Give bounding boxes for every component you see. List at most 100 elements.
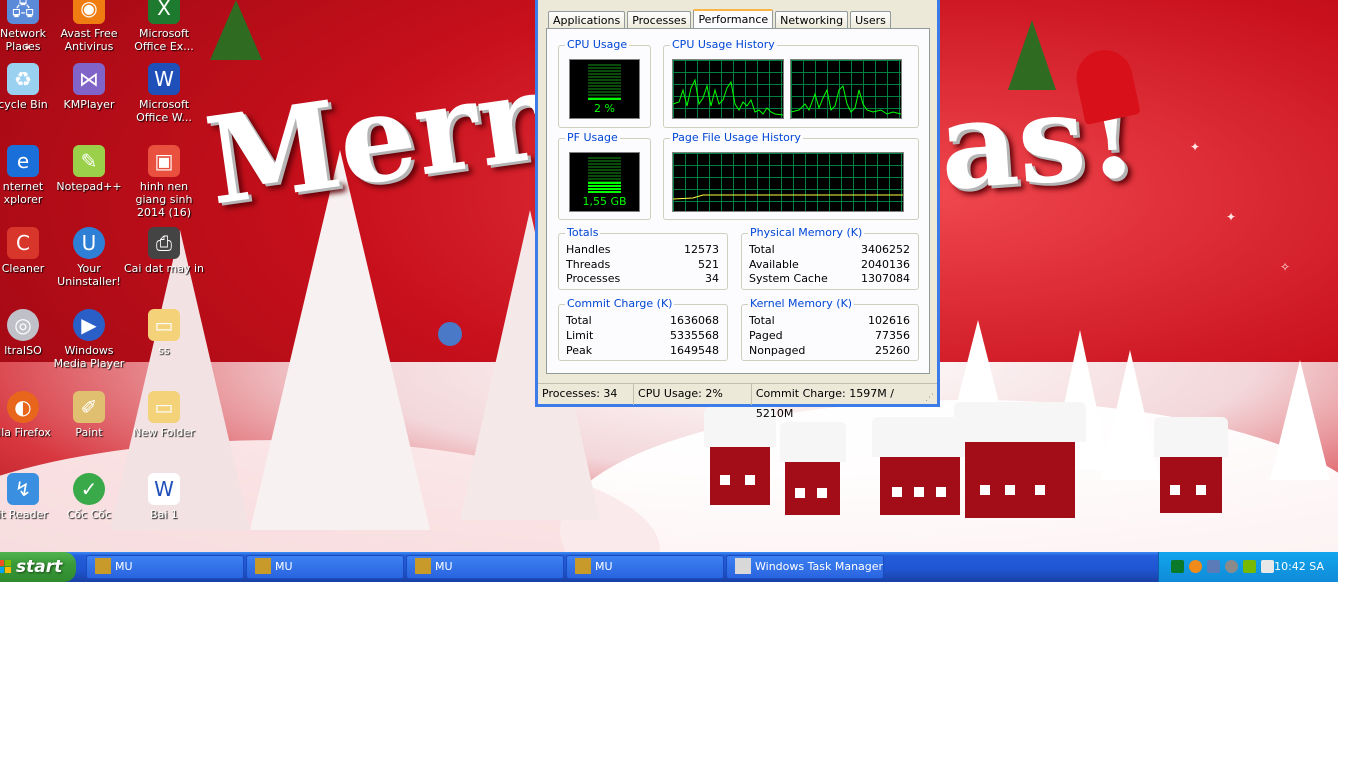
tab-networking[interactable]: Networking — [775, 11, 849, 29]
physical-memory-available-row: Available 2040136 — [749, 258, 910, 271]
pf-history-graph — [672, 152, 904, 212]
status-processes: Processes: 34 — [538, 384, 635, 405]
physical-memory-cache-row: System Cache 1307084 — [749, 272, 910, 285]
taskbar-button-mu-1[interactable]: MU — [86, 555, 244, 579]
clock[interactable]: 10:42 SA — [1274, 552, 1324, 582]
desktop-icon-media-player[interactable]: ▶ Windows Media Player — [48, 309, 130, 370]
desktop-icon-kmplayer[interactable]: ⋈ KMPlayer — [48, 63, 130, 111]
uninstaller-icon: U — [73, 227, 105, 259]
taskbar-button-mu-4[interactable]: MU — [566, 555, 724, 579]
kernel-memory-group: Kernel Memory (K) Total 102616 Paged 77356… — [741, 297, 919, 361]
ccleaner-icon: C — [7, 227, 39, 259]
performance-panel: CPU Usage 2 % CPU Usage History PF Usage — [546, 28, 930, 374]
resize-grip-icon[interactable]: ⋰ — [925, 393, 935, 403]
tab-processes[interactable]: Processes — [627, 11, 692, 29]
pf-history-group: Page File Usage History — [663, 131, 919, 220]
avast-tray-icon[interactable] — [1189, 560, 1202, 573]
mu-game-icon — [415, 558, 431, 574]
cpu-history-line-core-1 — [673, 78, 783, 116]
tab-applications[interactable]: Applications — [548, 11, 626, 29]
desktop-icon-folder-ss[interactable]: ▭ ss — [123, 309, 205, 357]
sparkle-icon: ✦ — [1226, 210, 1237, 224]
tab-users[interactable]: Users — [850, 11, 891, 29]
desktop-icon-avast[interactable]: ◉ Avast Free Antivirus — [48, 0, 130, 53]
totals-handles-row: Handles 12573 — [566, 243, 719, 256]
taskbar-button-mu-3[interactable]: MU — [406, 555, 564, 579]
desktop-icon-notepad-plus[interactable]: ✎ Notepad++ — [48, 145, 130, 193]
media-player-icon: ▶ — [73, 309, 105, 341]
kernel-total-row: Total 102616 — [749, 314, 910, 327]
commit-charge-group: Commit Charge (K) Total 1636068 Limit 5335… — [558, 297, 728, 361]
word-doc-icon: W — [148, 473, 180, 505]
kmplayer-icon: ⋈ — [73, 63, 105, 95]
excel-icon: X — [148, 0, 180, 24]
task-manager-tray-icon[interactable] — [1171, 560, 1184, 573]
desktop-icon-your-uninstaller[interactable]: U Your Uninstaller! — [48, 227, 130, 288]
network-places-icon: 🖧 — [7, 0, 39, 24]
desktop-icon-excel[interactable]: X Microsoft Office Ex... — [123, 0, 205, 53]
desktop-icon-printer-setup[interactable]: ⎙ Cai dat may in — [123, 227, 205, 275]
pf-usage-group: PF Usage 1,55 GB — [558, 131, 651, 220]
taskbar: start MU MU MU MU Windows Task Manager 1… — [0, 552, 1338, 582]
desktop-icon-wallpaper-image[interactable]: ▣ hinh nen giang sinh 2014 (16) — [123, 145, 205, 219]
commit-limit-row: Limit 5335568 — [566, 329, 719, 342]
desktop-icon-word[interactable]: W Microsoft Office W... — [123, 63, 205, 124]
cpu-history-graph-core-1 — [672, 59, 784, 119]
mu-game-icon — [95, 558, 111, 574]
cpu-history-graph-core-2 — [790, 59, 902, 119]
wallpaper-tree — [1100, 350, 1160, 480]
cpu-history-legend: CPU Usage History — [670, 38, 777, 51]
pf-usage-meter: 1,55 GB — [569, 152, 640, 212]
folder-icon: ▭ — [148, 309, 180, 341]
internet-explorer-icon: e — [7, 145, 39, 177]
firefox-icon: ◐ — [7, 391, 39, 423]
desktop-icon-new-folder[interactable]: ▭ New Folder — [123, 391, 205, 439]
word-icon: W — [148, 63, 180, 95]
pf-history-legend: Page File Usage History — [670, 131, 803, 144]
wallpaper-house — [1153, 417, 1229, 513]
cpu-usage-group: CPU Usage 2 % — [558, 38, 651, 128]
commit-charge-legend: Commit Charge (K) — [565, 297, 675, 310]
totals-legend: Totals — [565, 226, 601, 239]
pf-usage-legend: PF Usage — [565, 131, 620, 144]
taskbar-button-task-manager[interactable]: Windows Task Manager — [726, 555, 884, 579]
folder-icon: ▭ — [148, 391, 180, 423]
physical-memory-group: Physical Memory (K) Total 3406252 Availab… — [741, 226, 919, 290]
cpu-usage-value: 2 % — [594, 102, 615, 115]
network-tray-icon[interactable] — [1207, 560, 1220, 573]
commit-total-row: Total 1636068 — [566, 314, 719, 327]
totals-group: Totals Handles 12573 Threads 521 Processes… — [558, 226, 728, 290]
task-manager-window: Applications Processes Performance Netwo… — [535, 0, 940, 420]
status-cpu-usage: CPU Usage: 2% — [634, 384, 752, 405]
kernel-memory-legend: Kernel Memory (K) — [748, 297, 855, 310]
start-button[interactable]: start — [0, 552, 76, 582]
coccoc-icon: ✓ — [73, 473, 105, 505]
avast-icon: ◉ — [73, 0, 105, 24]
reader-icon: ↯ — [7, 473, 39, 505]
printer-icon: ⎙ — [148, 227, 180, 259]
speaker-tray-icon[interactable] — [1225, 560, 1238, 573]
desktop-icon-paint[interactable]: ✐ Paint — [48, 391, 130, 439]
nvidia-tray-icon[interactable] — [1243, 560, 1256, 573]
recycle-bin-icon: ♻ — [7, 63, 39, 95]
system-tray: 10:42 SA — [1158, 552, 1338, 582]
desktop-icon-coccoc[interactable]: ✓ Cốc Cốc — [48, 473, 130, 521]
ornament-ball-icon — [438, 322, 462, 346]
status-commit-charge: Commit Charge: 1597M / 5210M — [755, 387, 894, 420]
cpu-usage-meter: 2 % — [569, 59, 640, 119]
unikey-tray-icon[interactable] — [1261, 560, 1274, 573]
wallpaper-house — [954, 402, 1086, 518]
desktop-icon-bai-1[interactable]: W Bai 1 — [123, 473, 205, 521]
cpu-history-group: CPU Usage History — [663, 38, 919, 128]
status-bar: Processes: 34 CPU Usage: 2% Commit Charg… — [538, 383, 937, 420]
wallpaper-tree — [1270, 360, 1330, 480]
wallpaper-house — [704, 407, 776, 505]
kernel-nonpaged-row: Nonpaged 25260 — [749, 344, 910, 357]
sparkle-icon: ✦ — [1190, 140, 1201, 154]
image-file-icon: ▣ — [148, 145, 180, 177]
paint-icon: ✐ — [73, 391, 105, 423]
ultraiso-icon: ◎ — [7, 309, 39, 341]
pf-usage-value: 1,55 GB — [582, 195, 627, 208]
taskbar-button-mu-2[interactable]: MU — [246, 555, 404, 579]
kernel-paged-row: Paged 77356 — [749, 329, 910, 342]
